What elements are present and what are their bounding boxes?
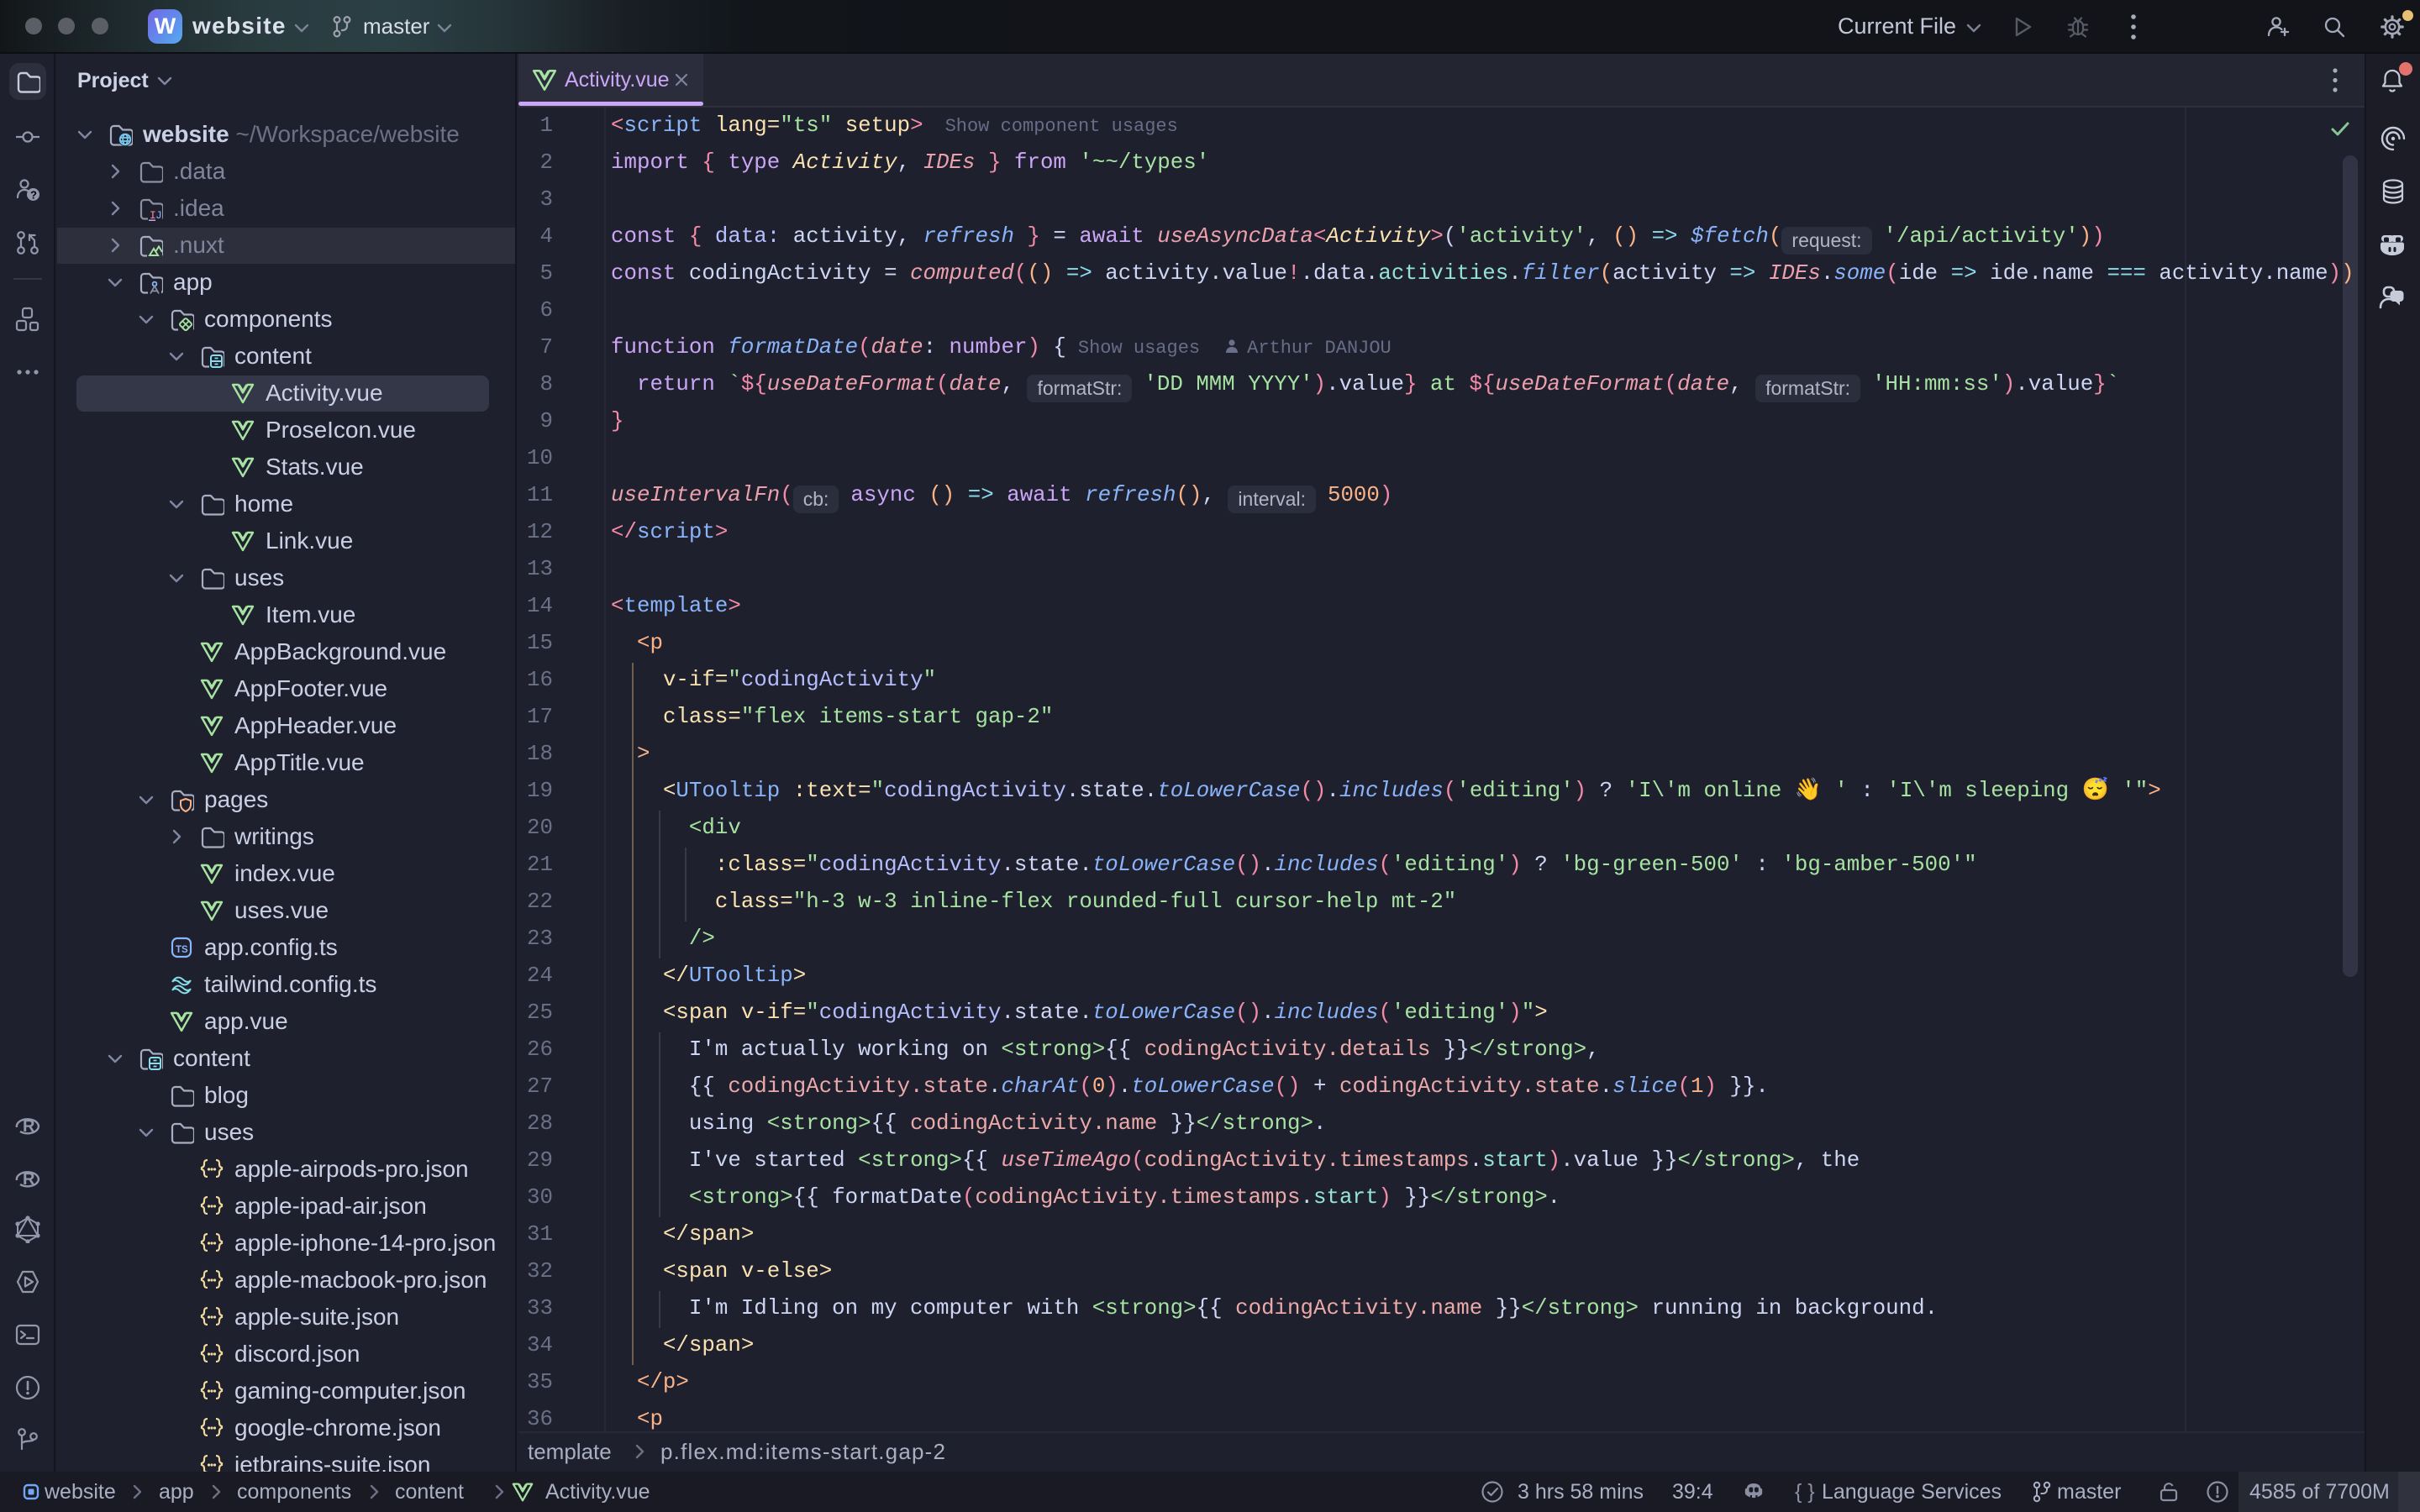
svg-text:R: R <box>23 1117 35 1136</box>
svg-text:TS: TS <box>176 945 188 955</box>
svg-text:R: R <box>23 1170 35 1189</box>
svg-text:J: J <box>155 209 162 221</box>
svg-text:?: ? <box>30 189 37 202</box>
